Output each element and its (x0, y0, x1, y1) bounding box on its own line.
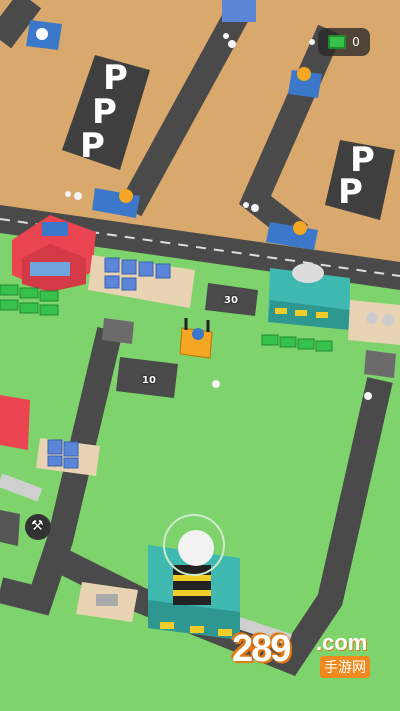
watermark-chinese: 手游网 (320, 656, 370, 678)
crate-stack (222, 0, 256, 22)
watermark-suffix: .com (316, 630, 368, 655)
parking-sign: P (338, 172, 363, 212)
watermark-number: 289 (232, 628, 291, 670)
red-building-left (0, 395, 30, 450)
cash-counter: 0 (318, 28, 370, 56)
grey-truck (364, 350, 396, 378)
game-viewport[interactable]: P P P P P 30 10 ⚒ 0 289 .com 手游网 (0, 0, 400, 711)
cash-value: 0 (352, 35, 360, 49)
delivery-truck (26, 20, 62, 50)
game-world (0, 0, 400, 676)
hammer-icon[interactable]: ⚒ (31, 518, 44, 534)
collect-zone-top-value: 30 (224, 295, 238, 306)
grey-truck (102, 318, 134, 344)
site-watermark: 289 .com 手游网 (232, 628, 382, 688)
collect-zone-mid-value: 10 (142, 375, 156, 386)
parking-sign: P (80, 126, 105, 166)
cash-stack-icon (328, 35, 347, 49)
